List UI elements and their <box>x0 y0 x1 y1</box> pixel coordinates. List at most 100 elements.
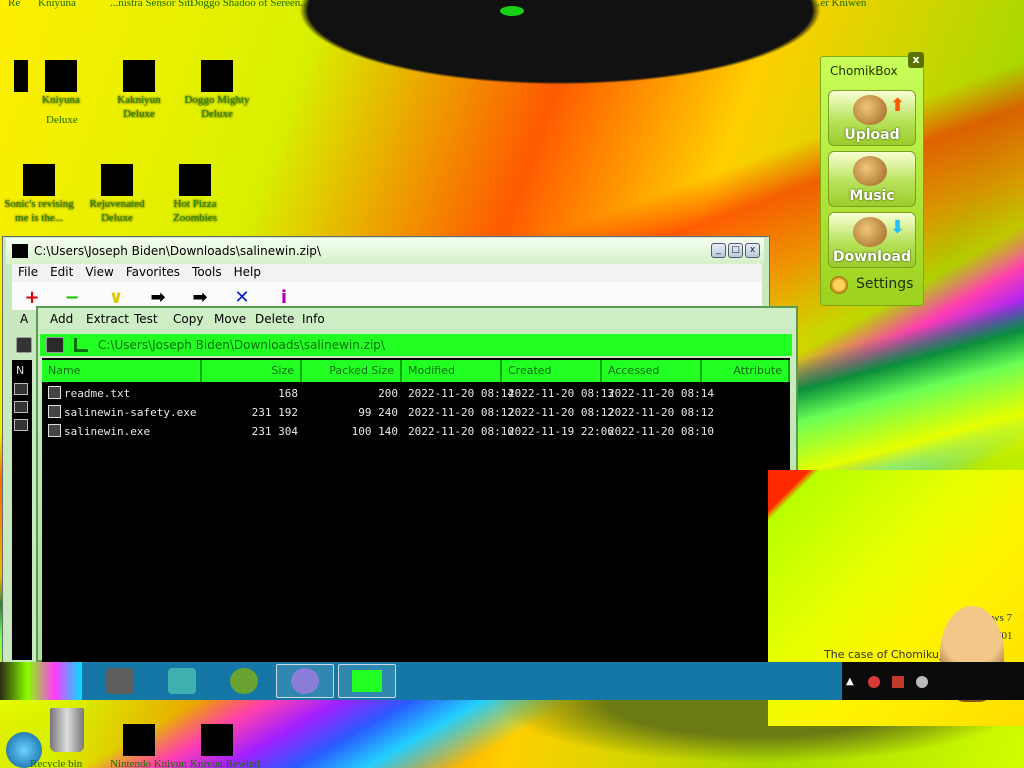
tray-icon[interactable] <box>892 676 904 688</box>
app-icon <box>179 164 211 196</box>
desktop-icon-nintendo[interactable] <box>123 724 155 756</box>
extract-label: Extract <box>86 312 129 326</box>
check-icon: ∨ <box>108 287 124 308</box>
desktop-top-label-4: ...er Kniwen <box>812 0 867 9</box>
taskbar-app-icon[interactable] <box>168 668 196 694</box>
taskbar-app-icon[interactable] <box>230 668 258 694</box>
desktop-icon-label-2: Zoombies <box>173 212 217 224</box>
desktop-icon-label: Rejuvenated <box>89 198 145 210</box>
row-size: 168 <box>278 387 298 400</box>
column-header-packed-size[interactable]: Packed Size <box>302 360 402 382</box>
menu-bar: File Edit View Favorites Tools Help <box>12 264 762 282</box>
add-label: Add <box>50 312 74 326</box>
settings-button[interactable]: Settings <box>856 276 913 292</box>
app-icon <box>123 60 155 92</box>
tree-item-icon[interactable] <box>14 383 28 395</box>
row-modified: 2022-11-20 08:10 <box>408 425 514 438</box>
delete-button[interactable]: ✕ <box>222 288 262 308</box>
menu-edit[interactable]: Edit <box>44 264 79 282</box>
file-list[interactable] <box>42 358 790 662</box>
move-button[interactable]: ➡ <box>180 288 220 308</box>
column-header-created[interactable]: Created <box>502 360 602 382</box>
x-icon: ✕ <box>234 287 250 308</box>
menu-favorites[interactable]: Favorites <box>120 264 186 282</box>
tree-item-icon[interactable] <box>14 419 28 431</box>
desktop-icon-kakniyun[interactable]: Kakniyun Deluxe <box>94 60 184 120</box>
row-modified: 2022-11-20 08:12 <box>408 406 514 419</box>
column-header-size[interactable]: Size <box>202 360 302 382</box>
info-button[interactable]: i <box>264 288 304 308</box>
column-header-attribute[interactable]: Attribute <box>702 360 790 382</box>
desktop-top-label-0: Re <box>8 0 21 9</box>
menu-tools[interactable]: Tools <box>186 264 228 282</box>
desktop-icon-label-2: Deluxe <box>46 114 78 126</box>
tray-icon[interactable] <box>868 676 880 688</box>
music-button[interactable]: Music <box>828 151 916 207</box>
recycle-bin-label: Recycle bin <box>30 758 83 768</box>
kniyun-rewind-label: Kniyun Rewind <box>190 758 260 768</box>
hamster-icon <box>853 217 887 247</box>
menu-help[interactable]: Help <box>228 264 267 282</box>
up-folder-icon[interactable] <box>74 338 88 352</box>
desktop-icon-label-2: Deluxe <box>101 212 133 224</box>
desktop-icon-doggo-mighty[interactable]: Doggo Mighty Deluxe <box>172 60 262 120</box>
notification-text: The case of Chomikuj... <box>824 648 953 661</box>
column-header-modified[interactable]: Modified <box>402 360 502 382</box>
app-icon <box>45 60 77 92</box>
maximize-button[interactable]: □ <box>728 243 743 258</box>
desktop-top-label-1: Kniyuna <box>38 0 76 9</box>
add-button[interactable]: + <box>12 288 52 308</box>
row-size: 231 304 <box>251 425 298 438</box>
menu-file[interactable]: File <box>12 264 44 282</box>
app-icon <box>101 164 133 196</box>
taskbar-app-icon[interactable] <box>106 668 134 694</box>
text-file-icon <box>48 386 61 399</box>
tray-icon[interactable] <box>916 676 928 688</box>
column-header-accessed[interactable]: Accessed <box>602 360 702 382</box>
menu-view[interactable]: View <box>79 264 119 282</box>
row-created: 2022-11-20 08:12 <box>508 406 614 419</box>
upload-label: Upload <box>844 127 900 143</box>
column-header-name[interactable]: Name <box>42 360 202 382</box>
row-accessed: 2022-11-20 08:10 <box>608 425 714 438</box>
download-label: Download <box>832 249 912 265</box>
test-button[interactable]: ∨ <box>96 288 136 308</box>
info-icon: i <box>280 287 288 308</box>
path-bar[interactable]: C:\Users\Joseph Biden\Downloads\salinewi… <box>40 334 792 356</box>
tree-item-icon[interactable] <box>14 401 28 413</box>
info-label: Info <box>302 312 325 326</box>
desktop-icon-label-2: Deluxe <box>201 108 233 120</box>
extract-button[interactable]: − <box>52 288 92 308</box>
desktop-icon-label-2: Deluxe <box>123 108 155 120</box>
row-created: 2022-11-20 08:13 <box>508 387 614 400</box>
row-packed: 200 <box>378 387 398 400</box>
desktop-icon-kniyun-rewind[interactable] <box>201 724 233 756</box>
download-button[interactable]: ⬇ Download <box>828 212 916 268</box>
nintendo-label: Nintendo Kniyun <box>110 758 187 768</box>
desktop-icon-hot-pizza[interactable]: Hot Pizza Zoombies <box>150 164 240 224</box>
close-button[interactable]: x <box>745 243 760 258</box>
recycle-bin-icon[interactable] <box>50 708 84 752</box>
copy-button[interactable]: ➡ <box>138 288 178 308</box>
left-nav-icon[interactable] <box>16 337 32 353</box>
row-packed: 99 240 <box>358 406 398 419</box>
app-icon <box>23 164 55 196</box>
tray-arrow-icon[interactable]: ▲ <box>846 676 858 688</box>
window-titlebar[interactable]: C:\Users\Joseph Biden\Downloads\salinewi… <box>6 238 764 264</box>
upload-button[interactable]: ⬆ Upload <box>828 90 916 146</box>
row-name: readme.txt <box>64 387 131 400</box>
hamster-headphones-icon <box>853 156 887 186</box>
minimize-button[interactable]: _ <box>711 243 726 258</box>
app-icon <box>201 60 233 92</box>
exe-file-icon <box>48 424 61 437</box>
desktop-icon-rejuvenated[interactable]: Rejuvenated Deluxe <box>72 164 162 224</box>
plus-icon: + <box>24 287 40 308</box>
desktop-top-label-3: Doggo Shadoo of Sereen... <box>190 0 309 9</box>
folder-nav-icon[interactable] <box>46 337 64 353</box>
desktop-icon-kniyuna[interactable]: Kniyuna <box>16 60 106 106</box>
toolbar-label-back: A <box>20 312 29 326</box>
row-created: 2022-11-19 22:06 <box>508 425 614 438</box>
path-text[interactable]: C:\Users\Joseph Biden\Downloads\salinewi… <box>98 338 385 352</box>
taskbar-art <box>0 662 82 700</box>
chomikbox-close-button[interactable]: x <box>908 52 924 68</box>
